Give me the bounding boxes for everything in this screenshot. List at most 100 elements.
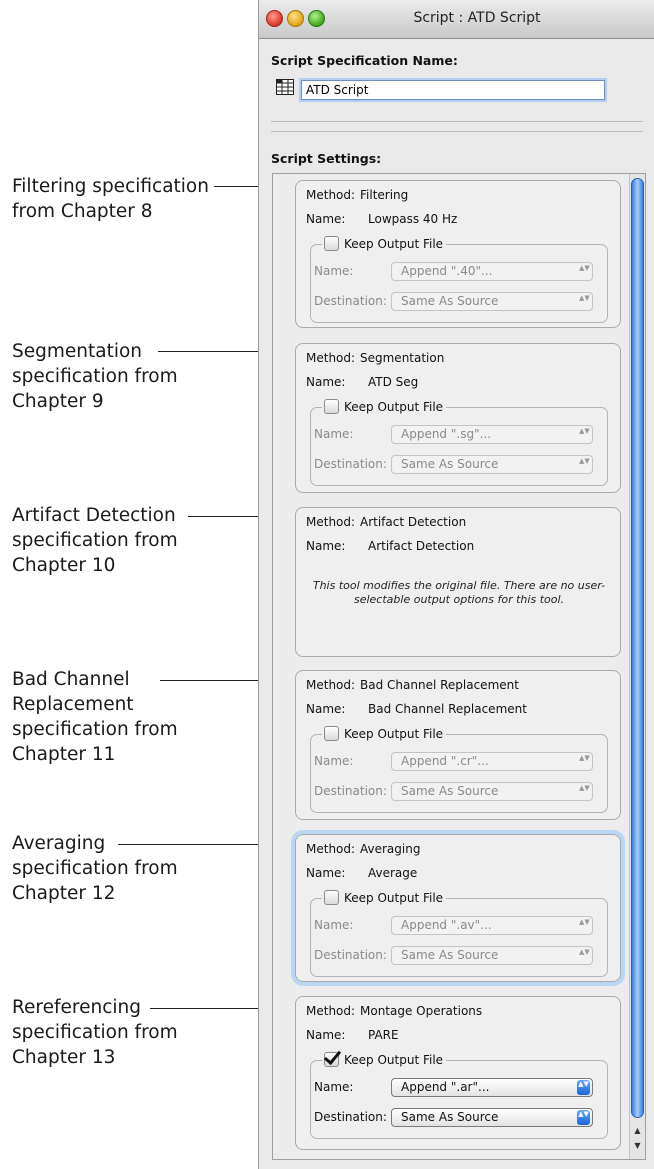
output-name-label: Name: [314, 754, 354, 768]
destination-popup: Same As Source ▲▼ [391, 455, 593, 474]
keep-output-checkbox[interactable] [324, 1052, 339, 1067]
method-label: Method: [306, 188, 356, 202]
destination-label: Destination: [314, 294, 387, 308]
name-row: Name: PARE [306, 1028, 399, 1042]
name-value: Artifact Detection [368, 539, 475, 553]
name-label: Name: [306, 702, 346, 716]
callout-line-text: Artifact Detection [12, 505, 176, 526]
method-row: Method: Averaging [306, 842, 420, 856]
destination-popup: Same As Source ▲▼ [391, 946, 593, 965]
spec-name-input[interactable] [301, 80, 605, 100]
destination-label: Destination: [314, 784, 387, 798]
script-spec-icon [276, 79, 294, 95]
callout-line-text: Filtering specification [12, 176, 209, 197]
callout-line-text: specification from [12, 858, 178, 879]
append-popup: Append ".cr"... ▲▼ [391, 752, 593, 771]
panel-segmentation[interactable]: Method: Segmentation Name: ATD Seg Keep Ou… [295, 343, 621, 493]
method-label: Method: [306, 351, 356, 365]
append-popup: Append ".sg"... ▲▼ [391, 425, 593, 444]
scrollbar-thumb[interactable] [631, 178, 644, 1118]
keep-output-toggle[interactable]: Keep Output File [322, 236, 447, 251]
destination-label: Destination: [314, 1110, 387, 1124]
callout-artifact-detection: Artifact Detection specification from Ch… [12, 503, 178, 578]
scroll-down-arrow-icon[interactable]: ▼ [631, 1139, 644, 1153]
destination-label: Destination: [314, 948, 387, 962]
callout-bad-channel: Bad Channel Replacement specification fr… [12, 667, 178, 767]
append-value: Append ".sg"... [401, 427, 492, 441]
callout-line-text: Replacement [12, 694, 134, 715]
script-settings-list[interactable]: Method: Filtering Name: Lowpass 40 Hz Keep… [272, 173, 646, 1160]
callout-line-text: from Chapter 8 [12, 201, 153, 222]
append-value: Append ".40"... [401, 264, 493, 278]
destination-popup[interactable]: Same As Source ▲▼ [391, 1108, 593, 1127]
name-value: Bad Channel Replacement [368, 702, 527, 716]
panel-filtering[interactable]: Method: Filtering Name: Lowpass 40 Hz Keep… [295, 180, 621, 328]
panel-montage-operations[interactable]: Method: Montage Operations Name: PARE Keep… [295, 996, 621, 1150]
popup-arrows-icon: ▲▼ [579, 294, 590, 302]
keep-output-checkbox[interactable] [324, 726, 339, 741]
panel-averaging[interactable]: Method: Averaging Name: Average Keep Outpu… [291, 830, 625, 986]
destination-value: Same As Source [401, 1110, 499, 1124]
callout-line-text: Chapter 9 [12, 391, 104, 412]
callout-line-text: Chapter 13 [12, 1047, 116, 1068]
callout-averaging: Averaging specification from Chapter 12 [12, 831, 178, 906]
output-group: Keep Output File Name: Append ".ar"... ▲▼… [310, 1052, 608, 1139]
popup-arrows-icon: ▲▼ [577, 1110, 590, 1125]
append-popup[interactable]: Append ".ar"... ▲▼ [391, 1078, 593, 1097]
destination-value: Same As Source [401, 948, 499, 962]
divider [271, 131, 643, 132]
keep-output-toggle[interactable]: Keep Output File [322, 726, 447, 741]
output-name-label: Name: [314, 918, 354, 932]
keep-output-toggle[interactable]: Keep Output File [322, 890, 447, 905]
panel-artifact-detection[interactable]: Method: Artifact Detection Name: Artifact … [295, 507, 621, 657]
window-title: Script : ATD Script [413, 10, 541, 26]
name-row: Name: Artifact Detection [306, 539, 474, 553]
append-value: Append ".av"... [401, 918, 492, 932]
method-row: Method: Artifact Detection [306, 515, 466, 529]
name-label: Name: [306, 1028, 346, 1042]
callout-line-text: specification from [12, 366, 178, 387]
name-row: Name: ATD Seg [306, 375, 418, 389]
title-bar[interactable]: Script : ATD Script [259, 0, 654, 39]
vertical-scrollbar[interactable]: ▲ ▼ [629, 174, 645, 1159]
name-value: Average [368, 866, 418, 880]
keep-output-checkbox[interactable] [324, 236, 339, 251]
destination-label: Destination: [314, 457, 387, 471]
destination-value: Same As Source [401, 294, 499, 308]
name-label: Name: [306, 866, 346, 880]
method-row: Method: Filtering [306, 188, 408, 202]
keep-output-label: Keep Output File [344, 890, 444, 905]
callout-line-text: Chapter 11 [12, 744, 116, 765]
append-value: Append ".ar"... [401, 1080, 490, 1094]
popup-arrows-icon: ▲▼ [579, 427, 590, 435]
name-label: Name: [306, 539, 346, 553]
method-value: Filtering [360, 188, 409, 202]
method-value: Artifact Detection [360, 515, 467, 529]
keep-output-checkbox[interactable] [324, 399, 339, 414]
method-value: Montage Operations [360, 1004, 483, 1018]
method-value: Bad Channel Replacement [360, 678, 519, 692]
callout-line-text: specification from [12, 719, 178, 740]
append-popup: Append ".av"... ▲▼ [391, 916, 593, 935]
script-window: Script : ATD Script Script Specification… [258, 0, 654, 1169]
keep-output-toggle[interactable]: Keep Output File [322, 399, 447, 414]
name-row: Name: Lowpass 40 Hz [306, 212, 457, 226]
callout-line-text: Chapter 12 [12, 883, 116, 904]
method-label: Method: [306, 1004, 356, 1018]
keep-output-toggle[interactable]: Keep Output File [322, 1052, 447, 1067]
output-group: Keep Output File Name: Append ".40"... ▲▼… [310, 236, 608, 323]
callout-line-text: specification from [12, 530, 178, 551]
output-group: Keep Output File Name: Append ".cr"... ▲▼… [310, 726, 608, 813]
method-row: Method: Segmentation [306, 351, 444, 365]
panel-bad-channel-replacement[interactable]: Method: Bad Channel Replacement Name: Bad … [295, 670, 621, 820]
scroll-up-arrow-icon[interactable]: ▲ [631, 1124, 644, 1138]
keep-output-checkbox[interactable] [324, 890, 339, 905]
output-name-label: Name: [314, 427, 354, 441]
append-popup: Append ".40"... ▲▼ [391, 262, 593, 281]
method-row: Method: Montage Operations [306, 1004, 482, 1018]
name-row: Name: Average [306, 866, 417, 880]
keep-output-label: Keep Output File [344, 399, 444, 414]
output-name-label: Name: [314, 264, 354, 278]
name-row: Name: Bad Channel Replacement [306, 702, 527, 716]
popup-arrows-icon: ▲▼ [579, 457, 590, 465]
